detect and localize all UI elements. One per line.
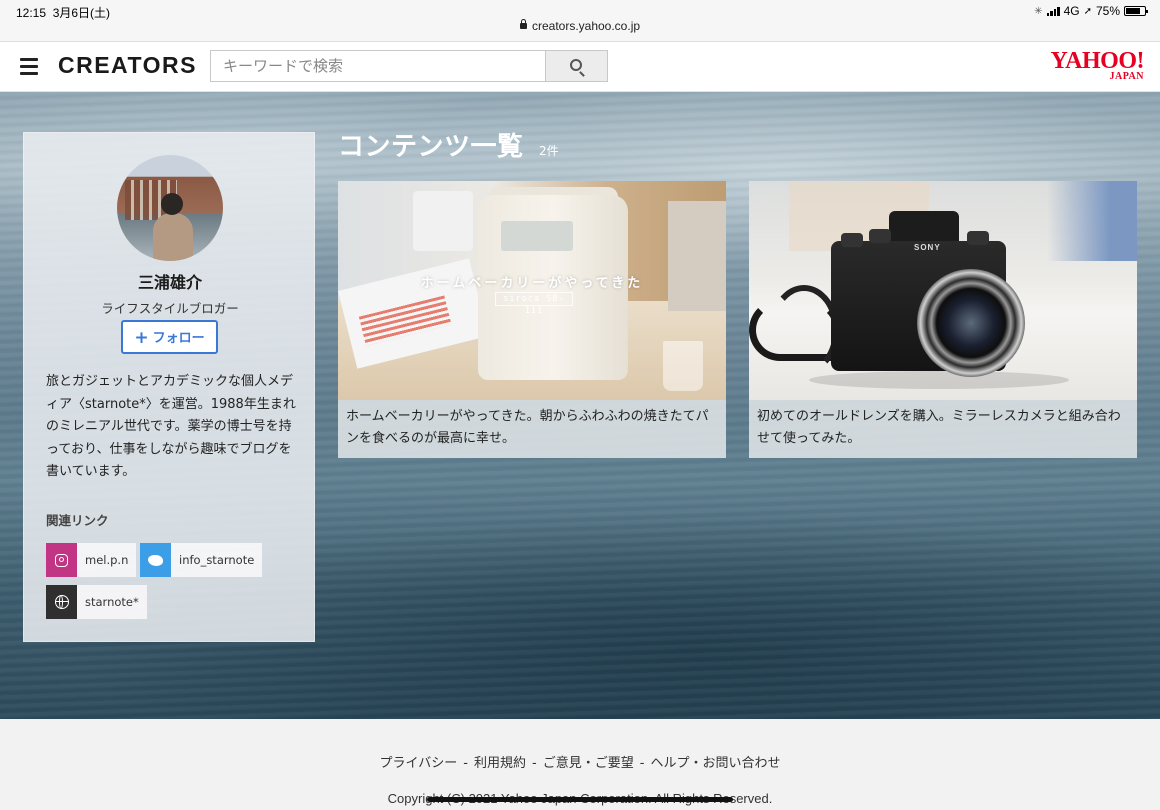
link-twitter[interactable]: info_starnote [140,543,263,577]
link-website[interactable]: starnote* [46,585,147,619]
footer-link-privacy[interactable]: プライバシー [380,756,458,771]
footer-link-terms[interactable]: 利用規約 [474,756,526,771]
content-title: コンテンツ一覧 [338,132,524,162]
footer-link-feedback[interactable]: ご意見・ご要望 [543,756,634,771]
follow-button[interactable]: + フォロー [121,320,218,354]
link-instagram[interactable]: mel.p.n [46,543,137,577]
footer-separator: - [532,756,537,771]
camera-brand: SONY [914,243,941,252]
profile-name: 三浦雄介 [137,273,202,292]
lock-icon [519,19,527,29]
brand-logo[interactable]: CREATORS [58,52,197,79]
content-card[interactable]: SONY 初めてのオールドレンズを購入。ミラーレスカメラと組み合わせて使ってみた… [749,181,1137,458]
link-label: starnote* [85,595,139,609]
avatar [117,155,223,261]
footer-link-help[interactable]: ヘルプ・お問い合わせ [650,756,780,771]
yahoo-japan-logo[interactable]: YAHOO! JAPAN [1050,48,1145,82]
network-label: 4G [1063,4,1080,18]
menu-icon[interactable] [20,58,38,75]
url-text: creators.yahoo.co.jp [531,19,641,33]
card-thumbnail-bread-maker: ホームベーカリーがやってきた siroca SB-111 [338,181,726,400]
search-button[interactable] [545,50,608,82]
card-caption: 初めてのオールドレンズを購入。ミラーレスカメラと組み合わせて使ってみた。 [757,409,1121,446]
search-input[interactable] [210,50,546,82]
status-bar: 12:15 3月6日(土) creators.yahoo.co.jp ✳ 4G … [0,0,1160,42]
battery-icon [1124,6,1148,16]
related-links-title: 関連リンク [46,513,109,528]
link-label: mel.p.n [85,553,129,567]
card-caption: ホームベーカリーがやってきた。朝からふわふわの焼きたてパンを食べるのが最高に幸せ… [346,409,709,446]
activity-icon: ✳ [1034,5,1043,17]
thumbnail-subtitle: siroca SB-111 [495,292,573,316]
instagram-icon [46,543,77,577]
globe-icon [46,585,77,619]
status-indicators: ✳ 4G ➚ 75% [1034,4,1148,18]
search-icon [570,59,582,71]
footer-separator: - [639,756,645,771]
signal-icon [1046,6,1060,16]
profile-bio: 旅とガジェットとアカデミックな個人メディア〈starnote*〉を運営。1988… [46,374,296,479]
location-icon: ➚ [1083,5,1092,17]
footer-links: プライバシー - 利用規約 - ご意見・ご要望 - ヘルプ・お問い合わせ [0,752,1160,771]
footer-separator: - [463,756,468,771]
clock: 12:15 [16,6,47,20]
card-thumbnail-camera: SONY [749,181,1137,400]
address-bar[interactable]: creators.yahoo.co.jp [0,19,1160,33]
battery-label: 75% [1095,4,1120,18]
site-header: CREATORS YAHOO! JAPAN [0,42,1160,92]
yahoo-logo-main: YAHOO! [1050,48,1145,74]
thumbnail-title: ホームベーカリーがやってきた [420,276,644,291]
home-indicator [427,797,733,802]
plus-icon: + [134,328,149,348]
link-label: info_starnote [179,553,255,567]
content-card[interactable]: ホームベーカリーがやってきた siroca SB-111 ホームベーカリーがやっ… [338,181,726,458]
profile-role: ライフスタイルブロガー [101,301,239,316]
twitter-icon [140,543,171,577]
profile-card: 三浦雄介 ライフスタイルブロガー + フォロー 旅とガジェットとアカデミックな個人… [23,132,315,642]
date: 3月6日(土) [52,6,111,20]
follow-label: フォロー [152,331,205,346]
content-count: 2件 [539,144,559,158]
